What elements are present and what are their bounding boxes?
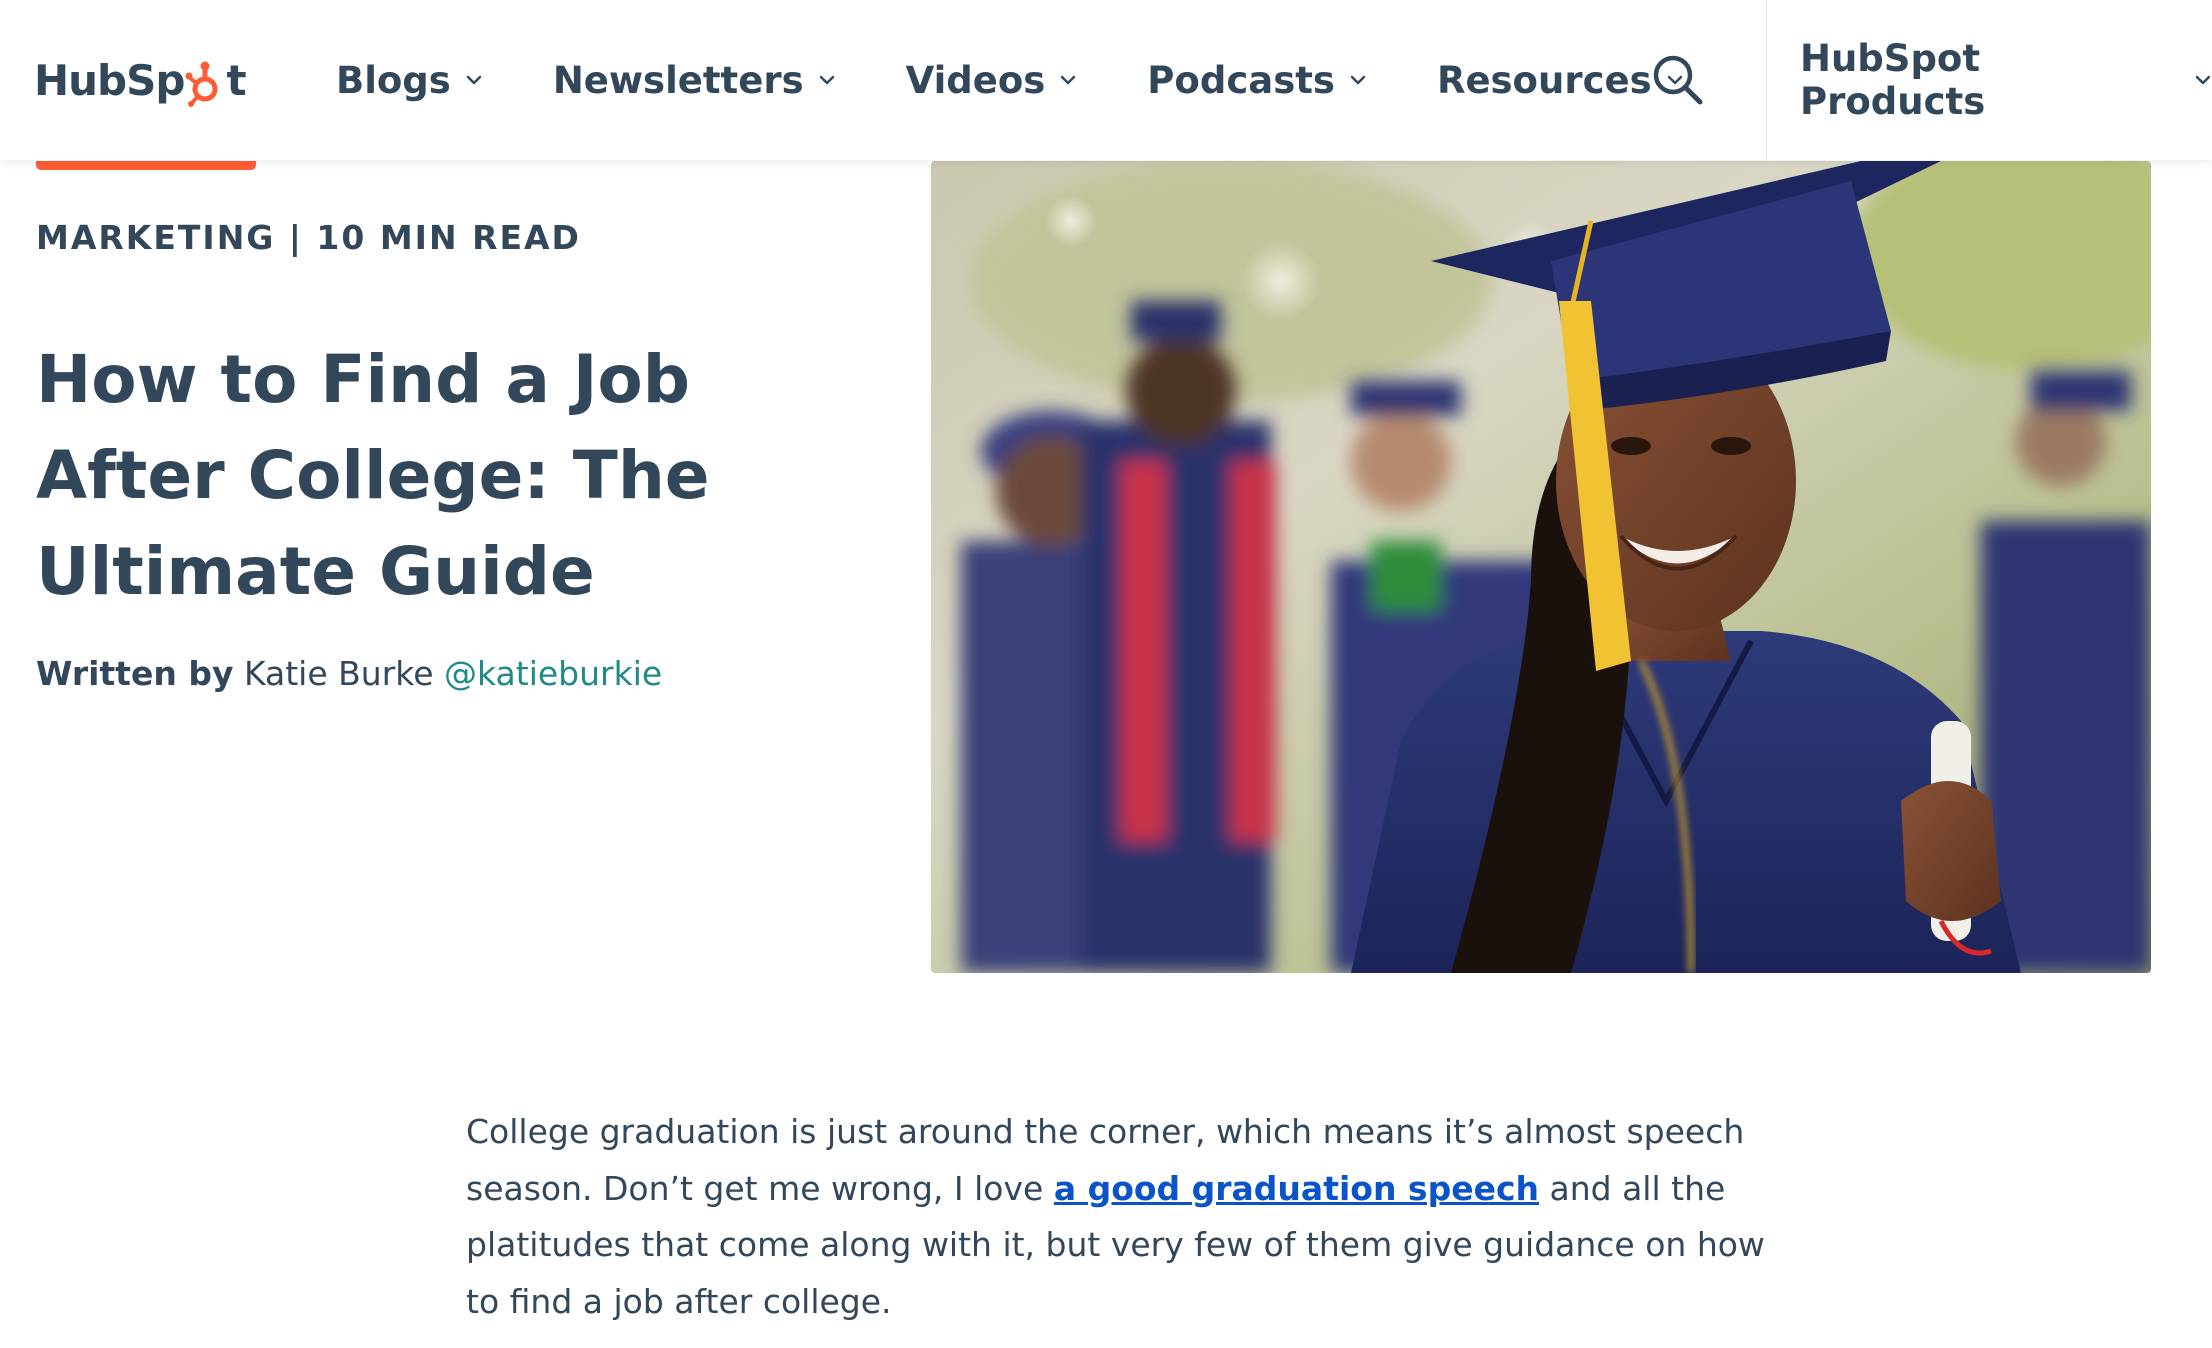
nav-item-podcasts[interactable]: Podcasts <box>1147 59 1367 102</box>
sprocket-icon <box>185 61 218 107</box>
article-byline: Written by Katie Burke @katieburkie <box>36 654 662 693</box>
byline-written-by: Written by <box>36 654 234 693</box>
chevron-down-icon <box>1061 75 1076 85</box>
nav-item-label: Newsletters <box>552 58 804 102</box>
nav-item-label: Blogs <box>336 58 451 102</box>
chevron-down-icon <box>1350 75 1366 85</box>
nav-item-label: Podcasts <box>1147 58 1335 102</box>
logo-text-left: HubSp <box>34 55 185 105</box>
logo-text-right: t <box>226 55 246 105</box>
site-header: HubSp t Blogs Newsletters Videos Podcast… <box>0 0 2212 160</box>
main-nav: Blogs Newsletters Videos Podcasts Resour… <box>336 52 1684 108</box>
hubspot-logo[interactable]: HubSp t <box>34 52 247 108</box>
article-intro: College graduation is just around the co… <box>466 1104 1766 1330</box>
nav-item-resources[interactable]: Resources <box>1437 59 1684 102</box>
byline-handle-link[interactable]: @katieburkie <box>444 654 662 693</box>
chevron-down-icon <box>819 75 834 85</box>
search-icon <box>1653 55 1703 105</box>
chevron-down-icon <box>466 75 482 85</box>
search-button[interactable] <box>1650 52 1706 108</box>
hero-image <box>931 161 2151 973</box>
article-eyebrow: MARKETING | 10 MIN READ <box>36 218 581 257</box>
header-divider <box>1766 0 1767 160</box>
accent-bar <box>36 161 256 170</box>
graduation-speech-link[interactable]: a good graduation speech <box>1054 1169 1539 1208</box>
nav-item-label: Videos <box>905 58 1046 102</box>
products-label: HubSpot Products <box>1800 37 1986 123</box>
graduate-photo <box>931 161 2151 973</box>
nav-item-blogs[interactable]: Blogs <box>336 59 483 102</box>
nav-item-newsletters[interactable]: Newsletters <box>553 59 836 102</box>
chevron-down-icon <box>2195 75 2211 85</box>
article-title: How to Find a Job After College: The Ult… <box>36 341 710 610</box>
hubspot-products-menu[interactable]: HubSpot Products <box>1800 37 2212 123</box>
nav-item-label: Resources <box>1436 58 1652 102</box>
nav-item-videos[interactable]: Videos <box>906 59 1078 102</box>
byline-author: Katie Burke <box>243 654 434 693</box>
